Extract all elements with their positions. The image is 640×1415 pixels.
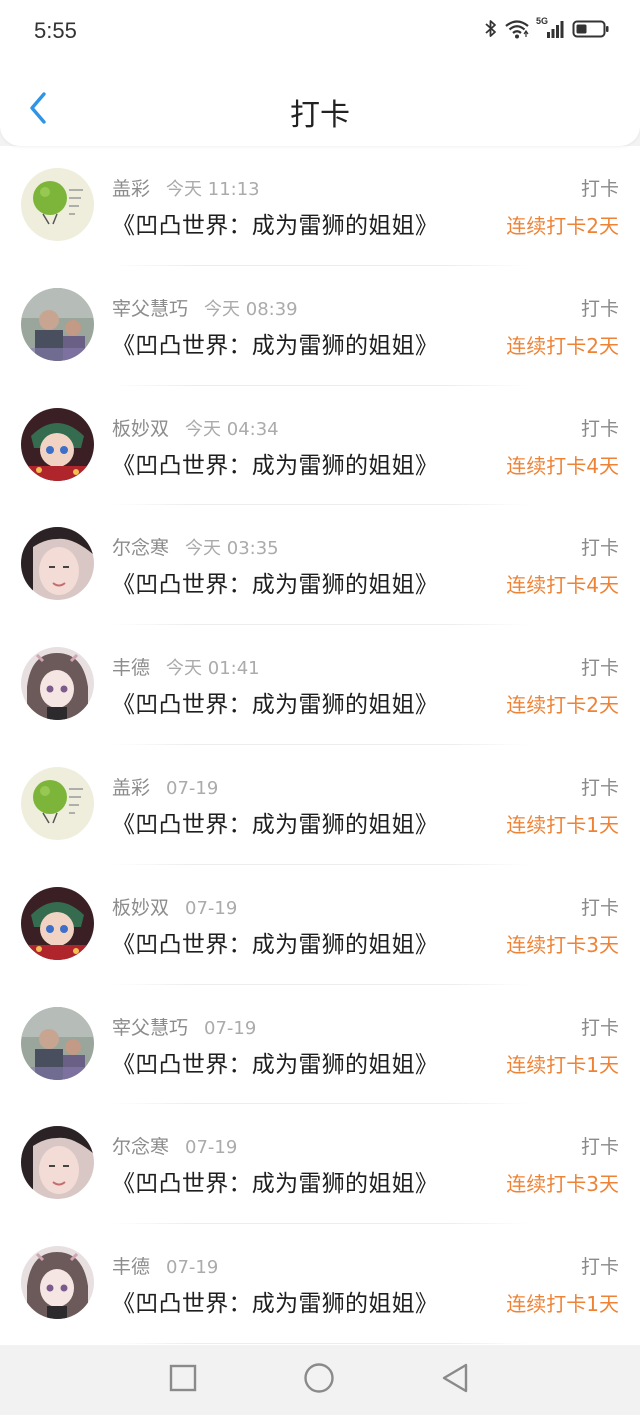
home-button[interactable] — [303, 1362, 335, 1398]
book-title[interactable]: 《凹凸世界：成为雷狮的姐姐》 — [112, 1284, 438, 1318]
user-name: 尔念寒 今天 03:35 — [112, 533, 279, 560]
circle-home-icon — [303, 1362, 335, 1398]
list-item[interactable]: 尔念寒 07-19 《凹凸世界：成为雷狮的姐姐》 打卡连续打卡3天 — [0, 1104, 640, 1225]
avatar[interactable] — [21, 1246, 94, 1320]
user-name-text: 丰德 — [112, 1256, 151, 1279]
streak-label: 连续打卡1天 — [506, 1052, 619, 1077]
checkin-label: 打卡 — [580, 297, 619, 320]
checkin-time: 今天 04:34 — [185, 418, 279, 440]
checkin-time: 今天 01:41 — [166, 658, 260, 680]
list-item[interactable]: 宰父慧巧 今天 08:39 《凹凸世界：成为雷狮的姐姐》 打卡连续打卡2天 — [0, 266, 640, 386]
signal-5g-icon: 5G — [536, 16, 566, 40]
checkin-time: 07-19 — [204, 1017, 257, 1039]
page-title: 打卡 — [290, 98, 350, 133]
user-name-text: 丰德 — [112, 657, 151, 680]
book-title[interactable]: 《凹凸世界：成为雷狮的姐姐》 — [112, 685, 438, 719]
checkin-label: 打卡 — [580, 896, 619, 919]
avatar[interactable] — [21, 647, 94, 721]
user-name: 宰父慧巧 07-19 — [112, 1013, 256, 1040]
status-icons: 5G — [484, 16, 610, 40]
user-name: 盖彩 今天 11:13 — [112, 174, 260, 201]
book-title[interactable]: 《凹凸世界：成为雷狮的姐姐》 — [112, 326, 438, 360]
checkin-time: 07-19 — [166, 777, 219, 799]
book-title[interactable]: 《凹凸世界：成为雷狮的姐姐》 — [112, 565, 438, 599]
user-name: 宰父慧巧 今天 08:39 — [112, 294, 298, 321]
streak-label: 连续打卡2天 — [506, 693, 619, 718]
checkin-label: 打卡 — [580, 657, 619, 680]
back-nav-button[interactable] — [440, 1362, 470, 1398]
checkin-time: 07-19 — [166, 1257, 219, 1279]
battery-icon — [572, 18, 610, 40]
triangle-back-icon — [440, 1362, 470, 1398]
checkin-label: 打卡 — [580, 178, 619, 200]
avatar[interactable] — [21, 1006, 94, 1080]
checkin-time: 今天 03:35 — [185, 538, 279, 560]
list-item[interactable]: 宰父慧巧 07-19 《凹凸世界：成为雷狮的姐姐》 打卡连续打卡1天 — [0, 985, 640, 1105]
book-title[interactable]: 《凹凸世界：成为雷狮的姐姐》 — [112, 446, 438, 480]
list-item[interactable]: 尔念寒 今天 03:35 《凹凸世界：成为雷狮的姐姐》 打卡连续打卡4天 — [0, 505, 640, 626]
checkin-label: 打卡 — [580, 1136, 619, 1159]
avatar[interactable] — [21, 407, 94, 481]
list-item[interactable]: 盖彩 今天 11:13 《凹凸世界：成为雷狮的姐姐》 打卡连续打卡2天 — [0, 146, 640, 266]
checkin-time: 今天 08:39 — [204, 298, 298, 320]
avatar[interactable] — [21, 527, 94, 601]
user-name-text: 板妙双 — [112, 417, 170, 440]
checkin-label: 打卡 — [580, 537, 619, 560]
streak-label: 连续打卡4天 — [506, 573, 619, 598]
square-recents-icon — [169, 1364, 197, 1396]
nav-bar: 打卡 — [0, 70, 640, 146]
book-title[interactable]: 《凹凸世界：成为雷狮的姐姐》 — [112, 925, 438, 959]
checkin-time: 今天 11:13 — [166, 179, 260, 200]
system-navigation-bar — [0, 1345, 640, 1415]
user-name: 板妙双 今天 04:34 — [112, 414, 279, 441]
book-title[interactable]: 《凹凸世界：成为雷狮的姐姐》 — [112, 206, 438, 240]
streak-label: 连续打卡1天 — [506, 812, 619, 837]
checkin-label: 打卡 — [580, 1256, 619, 1279]
checkin-label: 打卡 — [580, 1016, 619, 1039]
streak-label: 连续打卡4天 — [506, 453, 619, 478]
avatar[interactable] — [21, 168, 94, 241]
wifi-icon — [504, 18, 530, 40]
user-name: 丰德 07-19 — [112, 1252, 218, 1279]
user-name-text: 宰父慧巧 — [112, 1016, 189, 1039]
user-name-text: 盖彩 — [112, 178, 151, 200]
list-item[interactable]: 丰德 07-19 《凹凸世界：成为雷狮的姐姐》 打卡连续打卡1天 — [0, 1224, 640, 1344]
list-item[interactable]: 板妙双 今天 04:34 《凹凸世界：成为雷狮的姐姐》 打卡连续打卡4天 — [0, 386, 640, 506]
bluetooth-icon — [484, 18, 498, 40]
user-name-text: 宰父慧巧 — [112, 297, 189, 320]
checkin-time: 07-19 — [185, 1137, 238, 1159]
recents-button[interactable] — [168, 1364, 198, 1396]
avatar[interactable] — [21, 886, 94, 960]
streak-label: 连续打卡1天 — [506, 1292, 619, 1317]
user-name-text: 尔念寒 — [112, 1136, 170, 1159]
list-item[interactable]: 盖彩 07-19 《凹凸世界：成为雷狮的姐姐》 打卡连续打卡1天 — [0, 745, 640, 865]
avatar[interactable] — [21, 287, 94, 361]
user-name: 板妙双 07-19 — [112, 893, 237, 920]
status-bar: 5:55 5G — [0, 0, 640, 64]
avatar[interactable] — [21, 766, 94, 840]
user-name: 丰德 今天 01:41 — [112, 653, 260, 680]
book-title[interactable]: 《凹凸世界：成为雷狮的姐姐》 — [112, 805, 438, 839]
streak-label: 连续打卡3天 — [506, 1172, 619, 1197]
streak-label: 连续打卡3天 — [506, 932, 619, 957]
book-title[interactable]: 《凹凸世界：成为雷狮的姐姐》 — [112, 1045, 438, 1079]
list-item[interactable]: 板妙双 07-19 《凹凸世界：成为雷狮的姐姐》 打卡连续打卡3天 — [0, 865, 640, 985]
checkin-list: 盖彩 今天 11:13 《凹凸世界：成为雷狮的姐姐》 打卡 连续打卡2天 宰父慧巧 今天 0… — [0, 146, 640, 1345]
checkin-time: 07-19 — [185, 897, 238, 919]
list-item[interactable]: 丰德 今天 01:41 《凹凸世界：成为雷狮的姐姐》 打卡连续打卡2天 — [0, 625, 640, 745]
top-header: 5:55 5G 打卡 — [0, 0, 640, 146]
divider — [112, 1342, 530, 1344]
streak-label: 连续打卡2天 — [506, 333, 619, 358]
streak-label: 连续打卡2天 — [506, 214, 619, 238]
user-name-text: 盖彩 — [112, 776, 151, 799]
user-name-text: 尔念寒 — [112, 537, 170, 560]
book-title[interactable]: 《凹凸世界：成为雷狮的姐姐》 — [112, 1164, 438, 1198]
user-name-text: 板妙双 — [112, 896, 170, 919]
user-name: 盖彩 07-19 — [112, 773, 218, 800]
checkin-label: 打卡 — [580, 417, 619, 440]
checkin-label: 打卡 — [580, 776, 619, 799]
user-name: 尔念寒 07-19 — [112, 1132, 237, 1159]
avatar[interactable] — [21, 1126, 94, 1200]
status-time: 5:55 — [34, 18, 77, 43]
